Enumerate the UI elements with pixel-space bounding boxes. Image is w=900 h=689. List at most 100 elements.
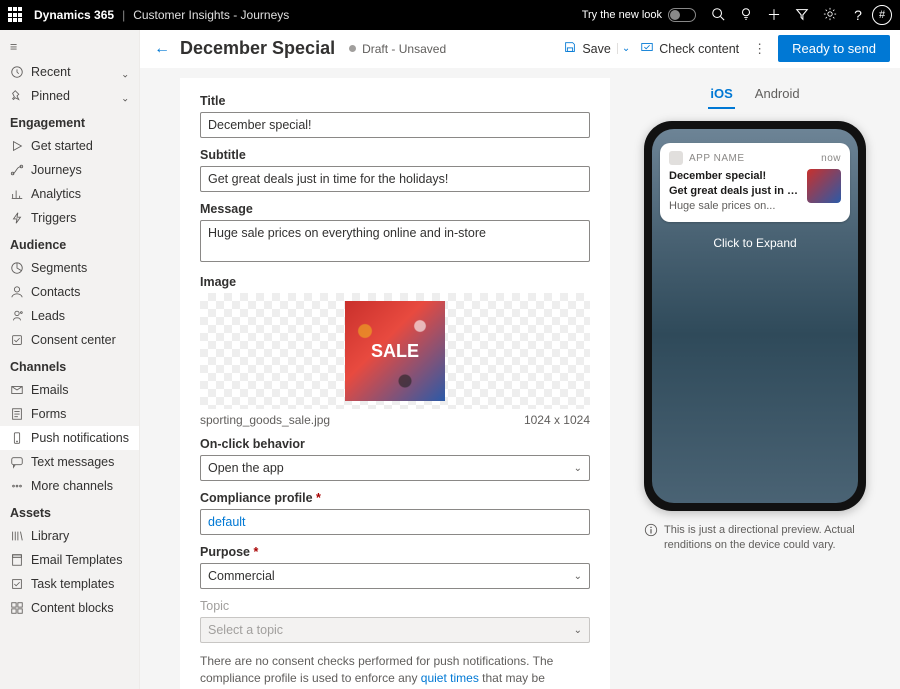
chevron-down-icon: ⌃: [121, 67, 129, 78]
nav-label: Content blocks: [31, 601, 114, 615]
title-label: Title: [200, 94, 590, 108]
leads-icon: [10, 309, 24, 323]
purpose-select[interactable]: Commercial⌄: [200, 563, 590, 589]
click-to-expand-label[interactable]: Click to Expand: [652, 236, 858, 250]
nav-header-channels: Channels: [0, 352, 139, 378]
back-arrow-icon[interactable]: ←: [150, 36, 174, 62]
status-dot-icon: [349, 45, 356, 52]
nav-recent[interactable]: Recent ⌃: [0, 60, 139, 84]
message-label: Message: [200, 202, 590, 216]
nav-analytics[interactable]: Analytics: [0, 182, 139, 206]
nav-journeys[interactable]: Journeys: [0, 158, 139, 182]
nav-email-templates[interactable]: Email Templates: [0, 548, 139, 572]
topic-label: Topic: [200, 599, 590, 613]
notification-subtitle: Get great deals just in tim...: [669, 184, 799, 199]
nav-label: Library: [31, 529, 69, 543]
onclick-label: On-click behavior: [200, 437, 590, 451]
ready-to-send-button[interactable]: Ready to send: [778, 35, 890, 62]
nav-label: Text messages: [31, 455, 114, 469]
nav-header-audience: Audience: [0, 230, 139, 256]
nav-forms[interactable]: Forms: [0, 402, 139, 426]
sms-icon: [10, 455, 24, 469]
nav-label: Consent center: [31, 333, 116, 347]
nav-push-notifications[interactable]: Push notifications: [0, 426, 139, 450]
nav-consent-center[interactable]: Consent center: [0, 328, 139, 352]
form-icon: [10, 407, 24, 421]
nav-label: Get started: [31, 139, 93, 153]
chevron-down-icon: ⌃: [121, 91, 129, 102]
lightbulb-icon[interactable]: [732, 7, 760, 24]
notification-title: December special!: [669, 169, 801, 184]
save-status: Draft - Unsaved: [349, 42, 446, 56]
save-icon: [563, 40, 577, 57]
pin-icon: [10, 89, 24, 103]
image-filename: sporting_goods_sale.jpg: [200, 413, 330, 427]
notification-app-name: APP NAME: [689, 153, 745, 164]
settings-icon[interactable]: [816, 7, 844, 24]
compliance-select[interactable]: default: [200, 509, 590, 535]
purpose-label: Purpose: [200, 545, 590, 559]
clock-icon: [10, 65, 24, 79]
nav-collapse-icon[interactable]: ≡: [0, 34, 139, 60]
onclick-select[interactable]: Open the app⌄: [200, 455, 590, 481]
quiet-times-link[interactable]: quiet times: [421, 671, 479, 685]
nav-pinned[interactable]: Pinned ⌃: [0, 84, 139, 108]
blocks-icon: [10, 601, 24, 615]
overflow-menu-icon[interactable]: ⋮: [745, 37, 774, 61]
check-content-button[interactable]: Check content: [634, 36, 745, 61]
notification-card[interactable]: APP NAME now December special! Get great…: [660, 143, 850, 222]
chart-icon: [10, 187, 24, 201]
image-preview[interactable]: SALE: [200, 293, 590, 409]
nav-content-blocks[interactable]: Content blocks: [0, 596, 139, 620]
nav-leads[interactable]: Leads: [0, 304, 139, 328]
nav-triggers[interactable]: Triggers: [0, 206, 139, 230]
image-dimensions: 1024 x 1024: [524, 413, 590, 427]
nav-label: Task templates: [31, 577, 114, 591]
nav-emails[interactable]: Emails: [0, 378, 139, 402]
nav-more-channels[interactable]: More channels: [0, 474, 139, 498]
topic-select: Select a topic⌄: [200, 617, 590, 643]
nav-label: Emails: [31, 383, 69, 397]
nav-label: Push notifications: [31, 431, 129, 445]
filter-icon[interactable]: [788, 7, 816, 24]
nav-contacts[interactable]: Contacts: [0, 280, 139, 304]
nav-task-templates[interactable]: Task templates: [0, 572, 139, 596]
consent-icon: [10, 333, 24, 347]
info-icon: [644, 523, 658, 553]
nav-segments[interactable]: Segments: [0, 256, 139, 280]
help-icon[interactable]: ?: [844, 7, 872, 23]
bolt-icon: [10, 211, 24, 225]
brand-name: Dynamics 365: [34, 8, 114, 22]
compliance-label: Compliance profile: [200, 491, 590, 505]
nav-get-started[interactable]: Get started: [0, 134, 139, 158]
save-button[interactable]: Save: [557, 36, 617, 61]
more-icon: [10, 479, 24, 493]
subtitle-input[interactable]: [200, 166, 590, 192]
chevron-down-icon: ⌄: [574, 625, 582, 636]
template-icon: [10, 553, 24, 567]
tab-ios[interactable]: iOS: [708, 82, 734, 109]
user-avatar[interactable]: #: [872, 5, 892, 25]
preview-disclaimer: This is just a directional preview. Actu…: [644, 523, 866, 553]
nav-label: Forms: [31, 407, 66, 421]
tab-android[interactable]: Android: [753, 82, 802, 109]
save-split-chevron-icon[interactable]: ⌄: [617, 43, 634, 54]
title-input[interactable]: [200, 112, 590, 138]
nav-label: Analytics: [31, 187, 81, 201]
phone-icon: [10, 431, 24, 445]
notification-message: Huge sale prices on...: [669, 199, 801, 214]
add-icon[interactable]: ＋: [760, 5, 788, 25]
message-input[interactable]: Huge sale prices on everything online an…: [200, 220, 590, 262]
mail-icon: [10, 383, 24, 397]
app-launcher-icon[interactable]: [8, 7, 24, 23]
push-notification-form: Title Subtitle Message Huge sale prices …: [180, 78, 610, 689]
page-title: December Special: [180, 38, 335, 59]
search-icon[interactable]: [704, 7, 732, 24]
nav-library[interactable]: Library: [0, 524, 139, 548]
nav-text-messages[interactable]: Text messages: [0, 450, 139, 474]
image-thumbnail: SALE: [345, 301, 445, 401]
nav-label: Pinned: [31, 89, 70, 103]
try-new-look-toggle[interactable]: [668, 8, 696, 22]
nav-label: Segments: [31, 261, 87, 275]
subtitle-label: Subtitle: [200, 148, 590, 162]
